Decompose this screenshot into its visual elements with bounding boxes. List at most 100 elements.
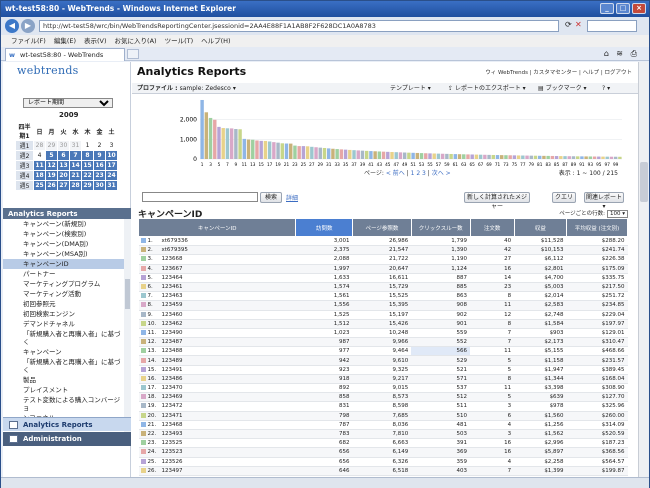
report-tree-item[interactable]: キャンペーン <box>3 347 125 357</box>
chart-bar[interactable] <box>411 152 415 159</box>
chart-bar[interactable] <box>348 149 352 159</box>
chart-bar[interactable] <box>559 156 563 159</box>
calendar-day[interactable]: 12 <box>45 160 58 171</box>
table-row[interactable]: 9. 123460 1,525 15,197 902 12 $2,748 $229.04 <box>138 310 628 320</box>
chart-bar[interactable] <box>440 153 445 159</box>
calendar-day[interactable]: 22 <box>81 170 94 181</box>
table-row[interactable]: 13. 123488 977 9,464 566 11 $5,155 $468.66 <box>138 346 628 357</box>
column-header[interactable]: 平均収益 (注文別) <box>566 218 628 237</box>
chart-bar[interactable] <box>478 154 483 159</box>
chart-bar[interactable] <box>314 147 318 159</box>
calendar-day[interactable]: 6 <box>57 150 70 161</box>
filter-input[interactable] <box>142 192 258 202</box>
table-row[interactable]: 2. xt679395 2,375 21,547 1,390 42 $10,153 $241… <box>138 245 628 256</box>
table-row[interactable]: 22. 123493 783 7,810 503 3 $1,562 $520.59 <box>138 429 628 440</box>
calendar-day[interactable]: 3 <box>105 140 118 151</box>
chart-bar[interactable] <box>500 155 504 159</box>
help-menu[interactable]: ? ▾ <box>602 83 610 94</box>
calendar-week[interactable]: 週3 <box>15 160 34 171</box>
bookmark-menu[interactable]: ▤ ブックマーク ▾ <box>538 83 587 94</box>
chart-bar[interactable] <box>483 154 487 159</box>
chart-bar[interactable] <box>208 117 213 159</box>
table-row[interactable]: 20. 123471 798 7,685 510 6 $1,560 $260.00 <box>138 411 628 421</box>
campaign-id[interactable]: 123493 <box>162 431 183 437</box>
chart-bar[interactable] <box>280 143 284 159</box>
table-row[interactable]: 6. 123461 1,574 15,729 885 23 $5,003 $217.50 <box>138 282 628 293</box>
chart-bar[interactable] <box>516 155 521 159</box>
campaign-id[interactable]: 123459 <box>162 302 183 308</box>
advanced-link[interactable]: 詳細 <box>286 193 298 202</box>
chart-bar[interactable] <box>592 156 597 159</box>
table-row[interactable]: 14. 123489 942 9,610 529 5 $1,158 $231.57 <box>138 355 628 366</box>
chart-bar[interactable] <box>466 154 470 159</box>
chart-bar[interactable] <box>377 151 382 159</box>
calendar-day[interactable]: 15 <box>81 160 94 171</box>
calendar-day[interactable]: 28 <box>69 180 82 191</box>
table-row[interactable]: 26. 123497 646 6,518 403 7 $1,399 $199.87 <box>138 466 628 476</box>
table-row[interactable]: 15. 123491 923 9,325 521 5 $1,947 $389.45 <box>138 365 628 375</box>
campaign-id[interactable]: 123462 <box>162 321 183 327</box>
calendar-day[interactable]: 4 <box>33 150 46 161</box>
menu-file[interactable]: ファイル(F) <box>11 35 46 47</box>
table-row[interactable]: 4. 123667 1,997 20,647 1,124 16 $2,801 $175.09 <box>138 264 628 274</box>
table-row[interactable]: 1. xt679336 3,001 26,986 1,799 40 $11,528 $288… <box>138 236 628 247</box>
table-row[interactable]: 3. 123668 2,088 21,722 1,190 27 $6,112 $226.38 <box>138 254 628 265</box>
report-tree-item[interactable]: マーケティング活動 <box>3 289 125 299</box>
campaign-id[interactable]: xt679336 <box>162 238 188 244</box>
browser-search-input[interactable] <box>587 20 637 32</box>
chart-bar[interactable] <box>394 152 398 159</box>
campaign-id[interactable]: 123486 <box>162 376 183 382</box>
campaign-id[interactable]: 123525 <box>162 440 183 446</box>
report-tree-item[interactable]: パートナー <box>3 269 125 279</box>
campaign-id[interactable]: 123667 <box>162 266 183 272</box>
calendar-day[interactable]: 16 <box>93 160 106 171</box>
chart-bar[interactable] <box>487 154 491 159</box>
tree-scrollbar[interactable] <box>124 219 131 432</box>
chart-bar[interactable] <box>301 146 306 159</box>
table-row[interactable]: 8. 123459 1,556 15,395 908 11 $2,583 $234.85 <box>138 300 628 311</box>
profile-select[interactable]: sample: Zedesco <box>180 85 231 92</box>
page-scrollbar[interactable] <box>638 62 648 477</box>
table-row[interactable]: 11. 123490 1,023 10,248 559 7 $903 $129.01 <box>138 328 628 339</box>
chart-bar[interactable] <box>504 155 508 159</box>
report-tree-item[interactable]: キャンペーン(新規別) <box>3 219 125 229</box>
chart-bar[interactable] <box>563 156 567 159</box>
calendar-week[interactable]: 週2 <box>15 150 34 161</box>
chart-bar[interactable] <box>432 153 436 159</box>
report-tree-item[interactable]: 初回検索エンジン <box>3 309 125 319</box>
chart-bar[interactable] <box>386 151 390 159</box>
report-tree-item[interactable]: キャンペーン(DMA別) <box>3 239 125 249</box>
header-links[interactable]: ウィ WebTrends | カスタマセンター | ヘルプ | ログアウト <box>485 68 632 76</box>
chart-bar[interactable] <box>491 154 495 159</box>
new-tab-button[interactable] <box>127 49 139 59</box>
report-tree-item[interactable]: 初回参照元 <box>3 299 125 309</box>
export-menu[interactable]: ⇪ レポートのエクスポート ▾ <box>448 83 526 94</box>
table-row[interactable]: 10. 123462 1,512 15,426 901 8 $1,584 $197.97 <box>138 319 628 329</box>
chart-bar[interactable] <box>293 145 297 159</box>
chart-bar[interactable] <box>580 156 584 159</box>
calendar-day[interactable]: 27 <box>57 180 70 191</box>
campaign-id[interactable]: 123497 <box>162 468 183 474</box>
chart-bar[interactable] <box>255 140 259 159</box>
chart-bar[interactable] <box>449 153 453 159</box>
maximize-icon[interactable]: □ <box>616 3 630 14</box>
chart-bar[interactable] <box>474 154 479 159</box>
calendar-week[interactable]: 週5 <box>15 180 34 191</box>
chart-bar[interactable] <box>251 139 255 159</box>
campaign-id[interactable]: 123468 <box>162 422 183 428</box>
menu-view[interactable]: 表示(V) <box>84 35 107 47</box>
chart-bar[interactable] <box>613 156 618 159</box>
campaign-id[interactable]: 123463 <box>162 293 183 299</box>
report-tree-item[interactable]: キャンペーンID <box>3 259 125 269</box>
chart-bar[interactable] <box>398 152 403 159</box>
table-row[interactable]: 12. 123487 987 9,966 552 7 $2,173 $310.47 <box>138 337 628 348</box>
chart-bar[interactable] <box>605 156 609 159</box>
chart-bar[interactable] <box>305 146 310 159</box>
table-row[interactable]: 21. 123468 787 8,036 481 4 $1,256 $314.09 <box>138 420 628 430</box>
chart-bar[interactable] <box>213 119 217 159</box>
campaign-id[interactable]: 123472 <box>162 403 183 409</box>
menu-favorites[interactable]: お気に入り(A) <box>115 35 157 47</box>
chart-bar[interactable] <box>609 156 614 159</box>
menu-tools[interactable]: ツール(T) <box>165 35 194 47</box>
campaign-id[interactable]: 123668 <box>162 256 183 262</box>
